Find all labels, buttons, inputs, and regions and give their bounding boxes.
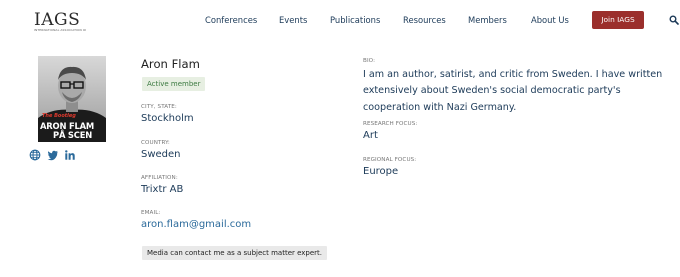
country-label: COUNTRY: — [141, 140, 170, 146]
join-iags-button[interactable]: Join IAGS — [592, 11, 644, 29]
research-focus-label: RESEARCH FOCUS: — [363, 121, 418, 127]
email-label: EMAIL: — [141, 210, 161, 216]
globe-icon[interactable] — [29, 149, 41, 161]
nav-resources[interactable]: Resources — [403, 15, 446, 25]
media-contact-note: Media can contact me as a subject matter… — [142, 246, 328, 260]
affiliation-label: AFFILIATION: — [141, 175, 178, 181]
nav-about-us[interactable]: About Us — [531, 15, 569, 25]
city-value: Stockholm — [141, 113, 194, 124]
affiliation-value: Trixtr AB — [141, 184, 184, 195]
research-focus-value: Art — [363, 130, 378, 141]
site-logo[interactable]: IAGS International Association of Genoci… — [34, 11, 86, 39]
country-value: Sweden — [141, 149, 181, 160]
member-name: Aron Flam — [141, 57, 200, 71]
nav-events[interactable]: Events — [279, 15, 307, 25]
linkedin-icon[interactable] — [64, 149, 76, 161]
twitter-icon[interactable] — [47, 149, 59, 161]
city-label: CITY, STATE: — [141, 104, 177, 110]
email-link[interactable]: aron.flam@gmail.com — [141, 219, 251, 230]
photo-caption-line2: PÅ SCEN — [53, 130, 93, 140]
profile-photo: The Bootleg ARON FLAM PÅ SCEN — [38, 56, 106, 142]
photo-caption-small: The Bootleg — [42, 113, 76, 119]
logo-mark: IAGS — [34, 10, 81, 30]
site-header: IAGS International Association of Genoci… — [0, 0, 680, 44]
nav-members[interactable]: Members — [468, 15, 507, 25]
regional-focus-value: Europe — [363, 166, 399, 177]
nav-conferences[interactable]: Conferences — [205, 15, 257, 25]
status-badge: Active member — [142, 77, 206, 91]
regional-focus-label: REGIONAL FOCUS: — [363, 157, 417, 163]
bio-label: BIO: — [363, 58, 376, 64]
nav-publications[interactable]: Publications — [330, 15, 380, 25]
bio-text: I am an author, satirist, and critic fro… — [363, 69, 663, 113]
logo-subtitle: International Association of Genocide Sc… — [34, 29, 86, 32]
search-icon[interactable] — [669, 15, 679, 25]
